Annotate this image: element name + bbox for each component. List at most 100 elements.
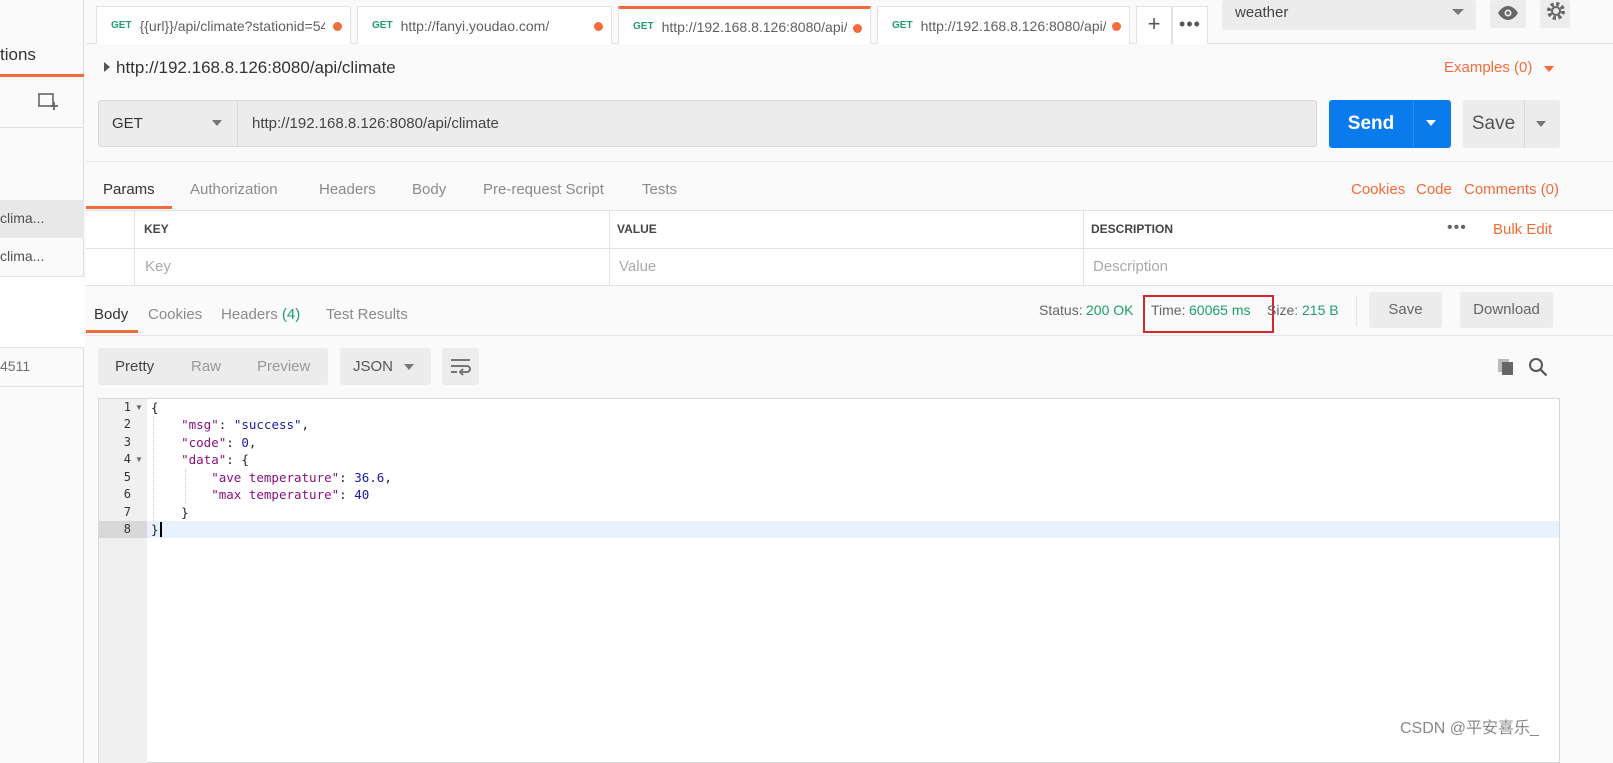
wrap-icon bbox=[451, 359, 471, 376]
tab-authorization[interactable]: Authorization bbox=[190, 181, 278, 198]
chevron-down-icon bbox=[1426, 120, 1436, 126]
examples-dropdown[interactable]: Examples (0) bbox=[1444, 59, 1532, 76]
json-punct: , bbox=[384, 470, 392, 485]
response-tab-headers[interactable]: Headers (4) bbox=[221, 306, 300, 323]
sidebar-item-request[interactable]: clima... bbox=[0, 238, 84, 276]
tab-url: {{url}}/api/climate?stationid=54511 bbox=[139, 17, 325, 34]
tab-params[interactable]: Params bbox=[103, 181, 155, 198]
tab-url: http://fanyi.youdao.com/ bbox=[400, 17, 550, 34]
tab-method: GET bbox=[372, 20, 393, 31]
download-button[interactable]: Download bbox=[1460, 292, 1553, 328]
code-link[interactable]: Code bbox=[1416, 181, 1452, 198]
param-value-input[interactable]: Value bbox=[619, 258, 656, 275]
size-value: 215 B bbox=[1302, 302, 1339, 318]
text-cursor bbox=[160, 522, 162, 537]
json-punct: } bbox=[181, 505, 189, 520]
json-punct: , bbox=[301, 417, 310, 432]
gear-icon bbox=[1547, 2, 1565, 20]
eye-icon bbox=[1498, 6, 1518, 20]
save-button[interactable]: Save bbox=[1463, 100, 1524, 148]
unsaved-dot-icon bbox=[333, 22, 342, 31]
column-header-value: VALUE bbox=[617, 222, 657, 236]
request-tab-active[interactable]: GET http://192.168.8.126:8080/api/ bbox=[618, 6, 871, 44]
request-name: http://192.168.8.126:8080/api/climate bbox=[116, 58, 396, 77]
unsaved-dot-icon bbox=[1112, 22, 1121, 31]
column-header-key: KEY bbox=[144, 222, 169, 236]
response-tab-cookies[interactable]: Cookies bbox=[148, 306, 202, 323]
response-body-editor[interactable] bbox=[98, 398, 1560, 763]
code-line: "data": { bbox=[181, 452, 249, 467]
line-number: 5 bbox=[123, 470, 131, 484]
new-collection-icon[interactable] bbox=[38, 92, 60, 112]
fold-toggle-icon[interactable]: ▼ bbox=[135, 451, 143, 468]
response-tab-headers-label: Headers bbox=[221, 306, 278, 323]
environment-settings-button[interactable] bbox=[1540, 0, 1570, 28]
tab-tests[interactable]: Tests bbox=[642, 181, 677, 198]
fold-toggle-icon[interactable]: ▼ bbox=[135, 399, 143, 416]
tab-headers[interactable]: Headers bbox=[319, 181, 376, 198]
code-line: } bbox=[151, 522, 159, 537]
tab-body[interactable]: Body bbox=[412, 181, 446, 198]
send-button[interactable]: Send bbox=[1329, 100, 1413, 148]
tab-url: http://192.168.8.126:8080/api/ bbox=[920, 17, 1106, 34]
caret-right-icon[interactable] bbox=[104, 62, 110, 72]
chevron-down-icon bbox=[1536, 121, 1546, 127]
language-select[interactable]: JSON bbox=[340, 348, 431, 385]
format-pretty[interactable]: Pretty bbox=[115, 358, 154, 375]
tab-pre-request-script[interactable]: Pre-request Script bbox=[483, 181, 604, 198]
status-label: Status: bbox=[1039, 302, 1083, 318]
cookies-link[interactable]: Cookies bbox=[1351, 181, 1405, 198]
sidebar bbox=[0, 0, 84, 763]
request-tab[interactable]: GET {{url}}/api/climate?stationid=54511 bbox=[96, 6, 351, 44]
json-value: { bbox=[241, 452, 249, 467]
line-number: 2 bbox=[123, 417, 131, 431]
search-icon[interactable] bbox=[1528, 357, 1548, 377]
response-tab-body[interactable]: Body bbox=[94, 306, 128, 323]
line-number: 4 bbox=[123, 452, 131, 466]
bulk-edit-link[interactable]: Bulk Edit bbox=[1493, 221, 1552, 238]
sidebar-panel bbox=[0, 276, 84, 348]
divider bbox=[86, 335, 1613, 336]
param-description-input[interactable]: Description bbox=[1093, 258, 1168, 275]
chevron-down-icon bbox=[404, 364, 414, 370]
more-options-icon[interactable]: ••• bbox=[1447, 219, 1467, 237]
json-value: 40 bbox=[354, 487, 370, 502]
save-response-button[interactable]: Save bbox=[1369, 292, 1442, 328]
json-value: 0 bbox=[241, 435, 249, 450]
code-line: "ave temperature": 36.6, bbox=[211, 470, 392, 485]
chevron-down-icon bbox=[212, 120, 222, 126]
column-header-description: DESCRIPTION bbox=[1091, 222, 1174, 236]
chevron-down-icon bbox=[1452, 9, 1464, 15]
add-tab-icon[interactable]: + bbox=[1136, 6, 1172, 44]
environment-select[interactable]: weather bbox=[1222, 0, 1476, 30]
environment-quick-look-button[interactable] bbox=[1490, 0, 1526, 28]
comments-link[interactable]: Comments (0) bbox=[1464, 181, 1559, 198]
tab-url: http://192.168.8.126:8080/api/ bbox=[661, 18, 847, 35]
sidebar-divider bbox=[0, 386, 84, 387]
headers-count: (4) bbox=[281, 306, 301, 323]
tab-method: GET bbox=[892, 20, 913, 31]
line-number: 1 bbox=[123, 400, 131, 414]
wrap-lines-button[interactable] bbox=[442, 348, 479, 385]
json-value: "success" bbox=[233, 417, 302, 432]
copy-icon[interactable] bbox=[1496, 357, 1516, 377]
json-punct: , bbox=[248, 435, 257, 450]
active-tab-underline bbox=[86, 206, 172, 209]
time-label: Time: bbox=[1151, 302, 1186, 318]
url-input[interactable]: http://192.168.8.126:8080/api/climate bbox=[238, 100, 1317, 147]
request-tab[interactable]: GET http://fanyi.youdao.com/ bbox=[357, 6, 612, 44]
sidebar-tab-collections[interactable]: tions bbox=[0, 45, 36, 65]
json-key: "ave temperature" bbox=[211, 470, 340, 485]
divider bbox=[1356, 296, 1357, 326]
format-raw[interactable]: Raw bbox=[191, 358, 221, 375]
more-tabs-icon[interactable]: ••• bbox=[1172, 6, 1208, 44]
request-tab[interactable]: GET http://192.168.8.126:8080/api/ bbox=[877, 6, 1130, 44]
param-key-input[interactable]: Key bbox=[145, 258, 171, 275]
format-preview[interactable]: Preview bbox=[257, 358, 310, 375]
sidebar-tab-underline bbox=[0, 74, 84, 77]
sidebar-item-request[interactable]: clima... bbox=[0, 200, 84, 238]
divider bbox=[86, 161, 1613, 162]
response-tab-test-results[interactable]: Test Results bbox=[326, 306, 408, 323]
code-line: "code": 0, bbox=[181, 435, 257, 450]
active-line-highlight bbox=[99, 521, 1559, 538]
